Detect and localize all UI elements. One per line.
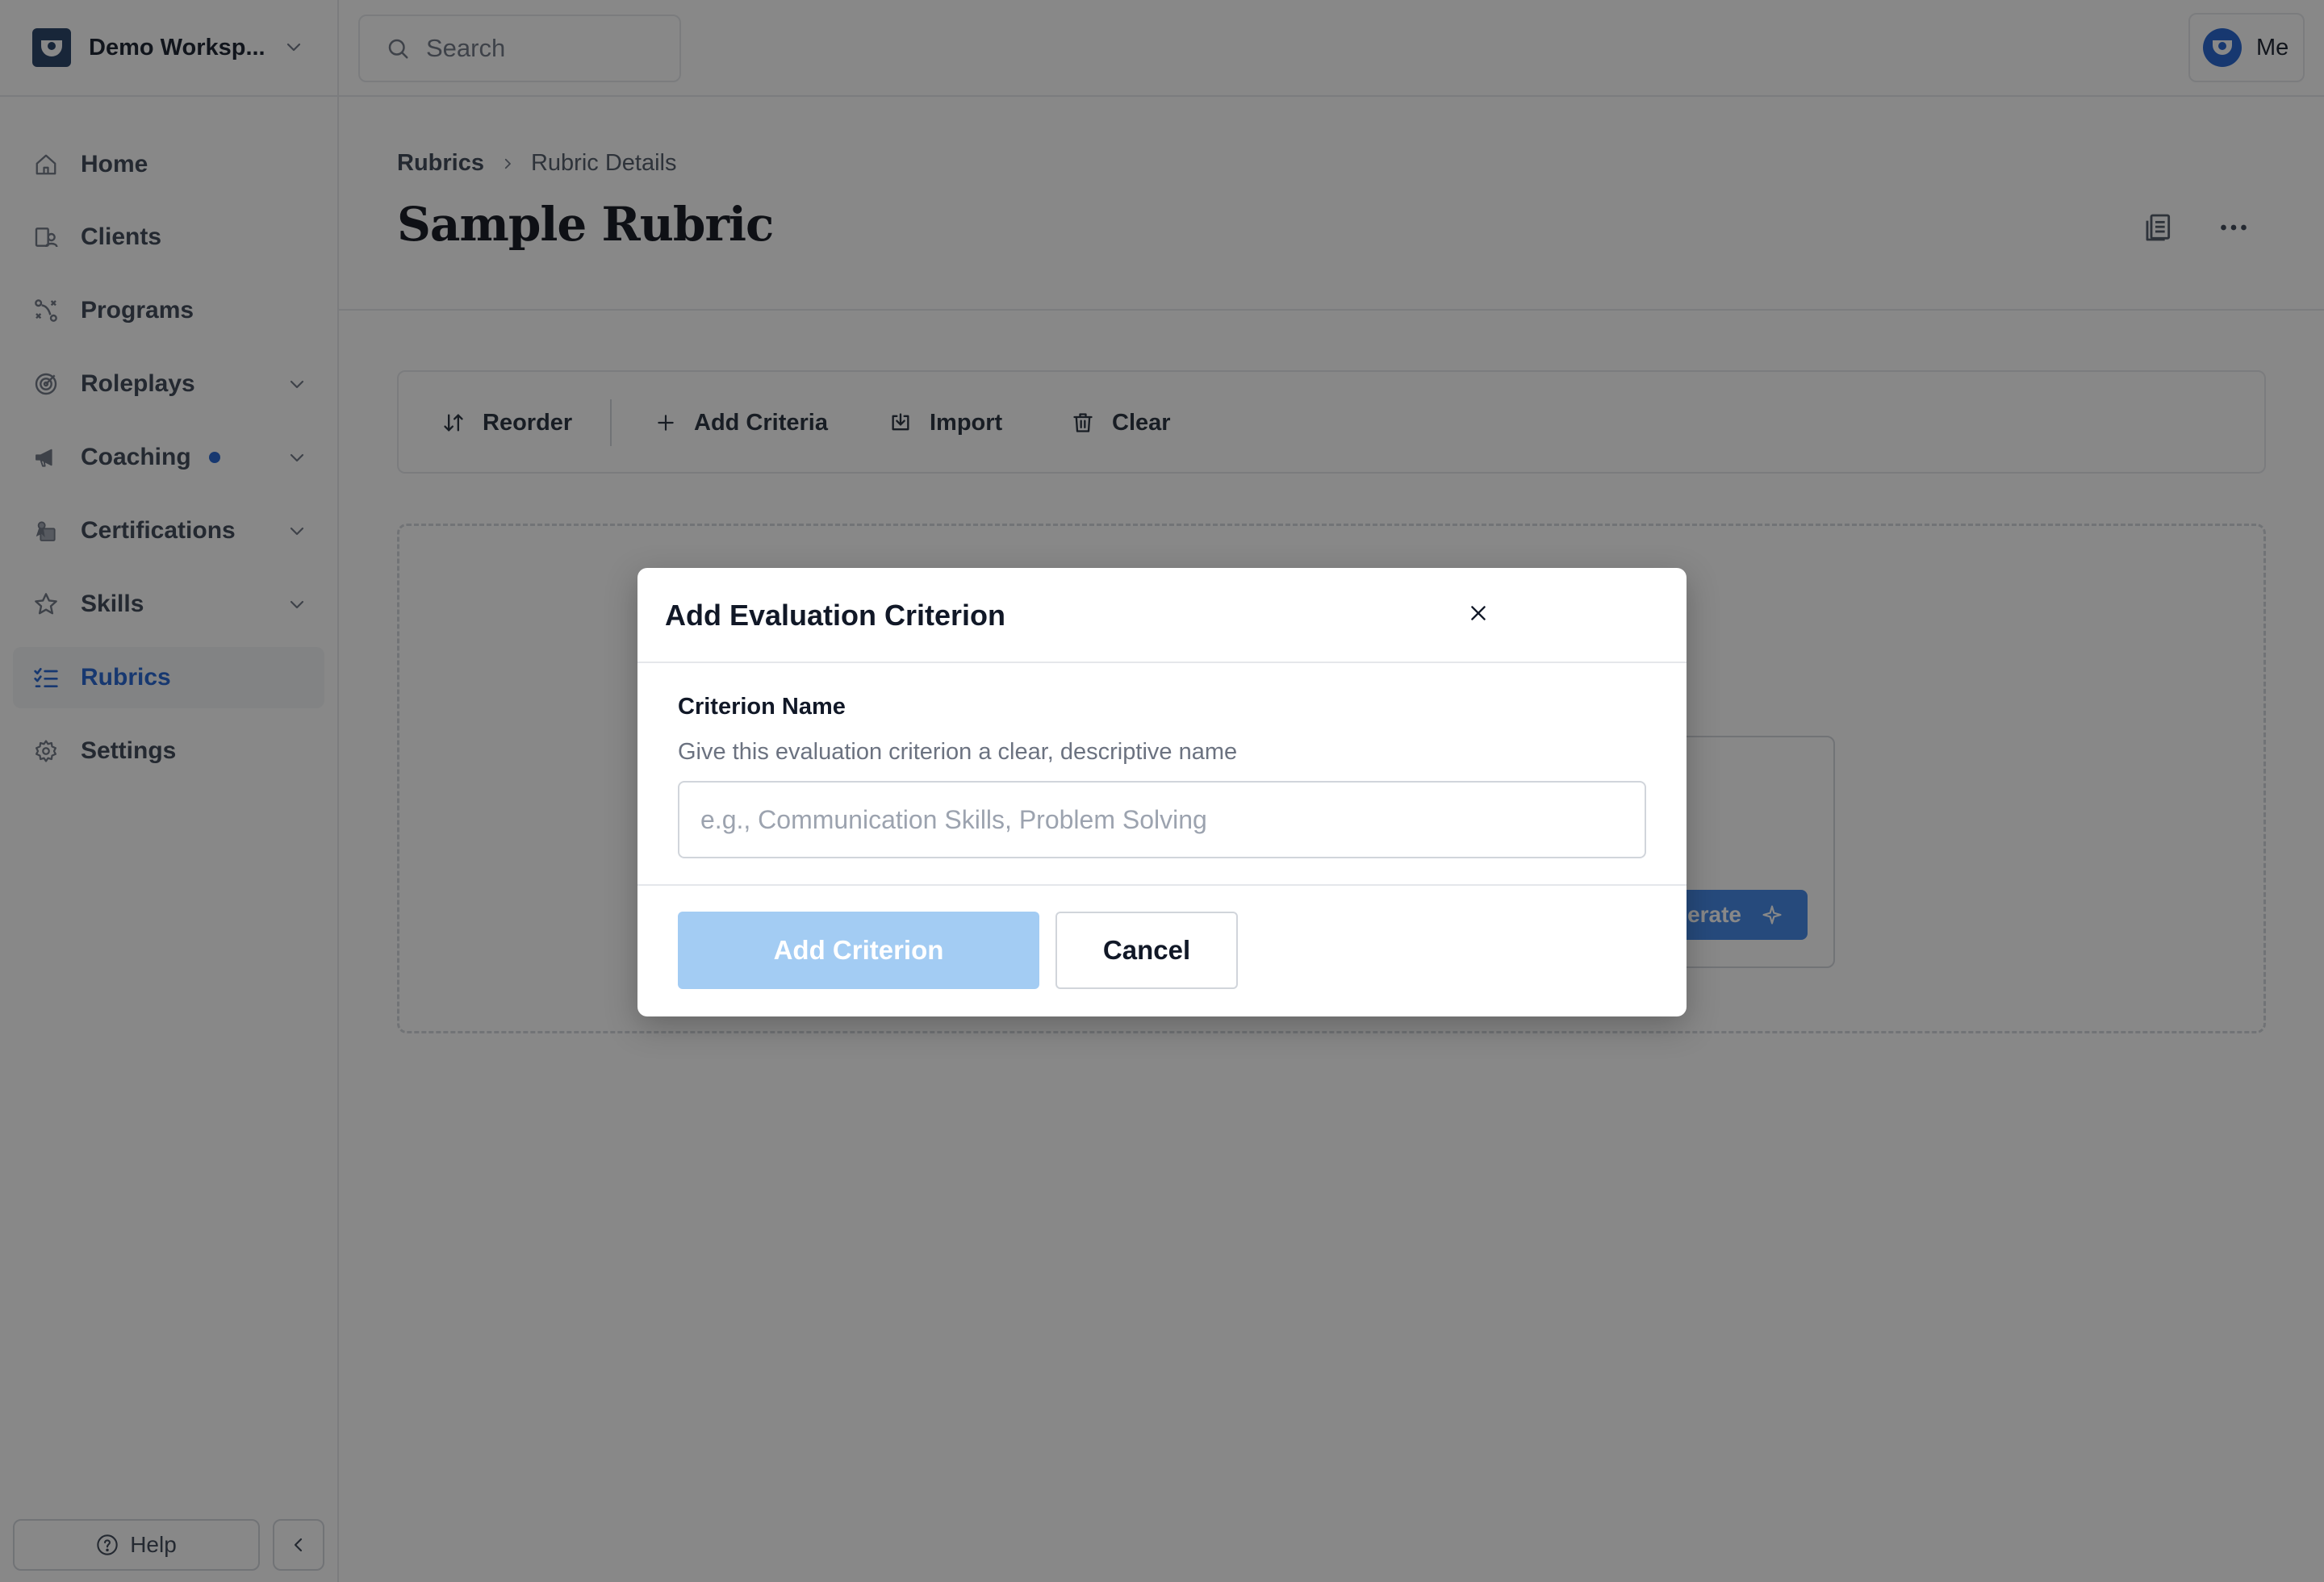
dialog-footer-divider [637, 884, 1687, 886]
add-criterion-button[interactable]: Add Criterion [678, 912, 1039, 989]
close-icon [1471, 606, 1486, 620]
add-criterion-dialog: Add Evaluation Criterion Criterion Name … [637, 568, 1687, 1016]
close-button[interactable] [1462, 597, 1494, 629]
criterion-name-input[interactable] [678, 781, 1646, 858]
dialog-header: Add Evaluation Criterion [637, 568, 1687, 663]
criterion-name-label: Criterion Name [678, 694, 846, 720]
dialog-title: Add Evaluation Criterion [665, 599, 1006, 632]
cancel-button[interactable]: Cancel [1055, 912, 1238, 989]
criterion-name-help: Give this evaluation criterion a clear, … [678, 739, 1238, 765]
